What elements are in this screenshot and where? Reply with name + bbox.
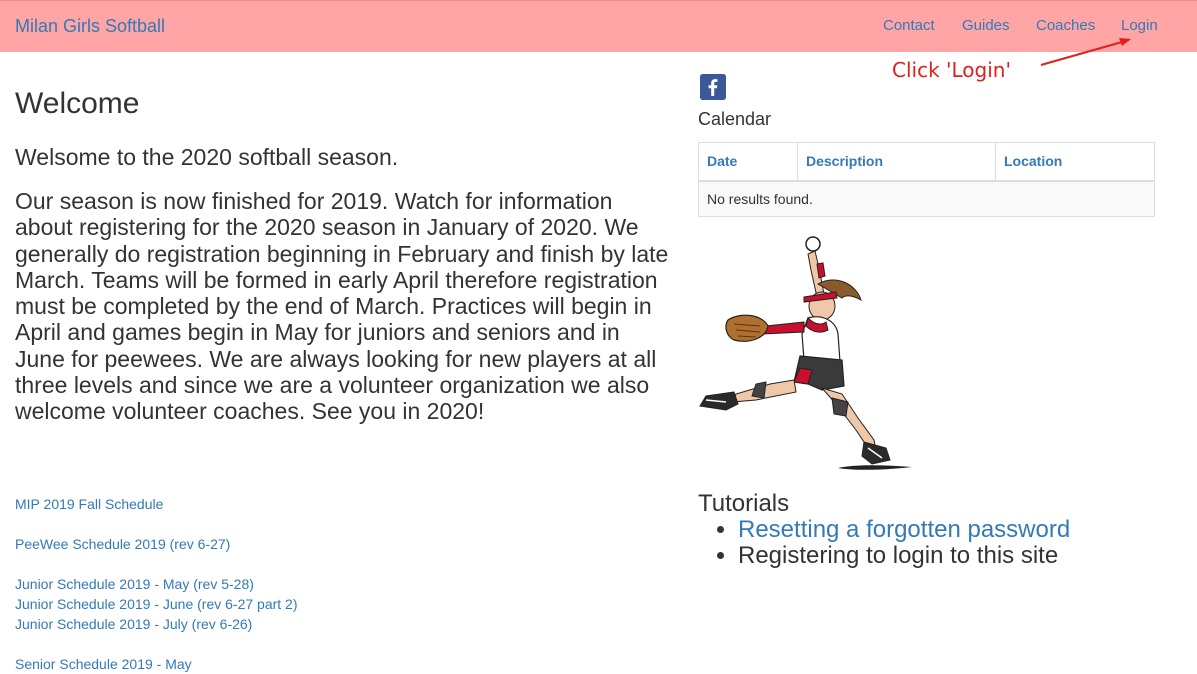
schedule-link-junior-july[interactable]: Junior Schedule 2019 - July (rev 6-26) (15, 614, 252, 634)
annotation-arrow-icon (1040, 38, 1131, 66)
nav-login[interactable]: Login (1121, 17, 1158, 34)
schedule-link-junior-june[interactable]: Junior Schedule 2019 - June (rev 6-27 pa… (15, 594, 298, 614)
calendar-empty-message: No results found. (698, 180, 1155, 217)
welcome-subheading: Welsome to the 2020 softball season. (15, 144, 399, 170)
login-annotation-text: Click 'Login' (892, 58, 1011, 82)
calendar-header-row: Date Description Location (698, 142, 1155, 182)
calendar-col-description[interactable]: Description (797, 142, 996, 182)
calendar-table: Date Description Location No results fou… (698, 142, 1155, 217)
nav-guides[interactable]: Guides (962, 17, 1010, 34)
nav-contact[interactable]: Contact (883, 17, 935, 34)
tutorial-item-register: Registering to login to this site (738, 542, 1059, 569)
schedule-link-peewee[interactable]: PeeWee Schedule 2019 (rev 6-27) (15, 534, 230, 554)
tutorials-list: Resetting a forgotten password Registeri… (698, 517, 1070, 569)
tutorials-heading: Tutorials (698, 490, 790, 517)
calendar-label: Calendar (698, 109, 772, 129)
schedule-link-senior-may[interactable]: Senior Schedule 2019 - May (15, 654, 192, 674)
schedule-link-mip-fall[interactable]: MIP 2019 Fall Schedule (15, 494, 163, 514)
softball-pitcher-image (699, 236, 912, 470)
nav-coaches[interactable]: Coaches (1036, 17, 1095, 34)
page-title: Welcome (15, 87, 140, 120)
list-item: Registering to login to this site (738, 543, 1070, 569)
table-row: No results found. (698, 180, 1155, 217)
calendar-col-date[interactable]: Date (698, 142, 798, 182)
top-navbar: Milan Girls Softball Contact Guides Coac… (0, 0, 1197, 52)
welcome-body-text: Our season is now finished for 2019. Wat… (15, 188, 669, 425)
brand-link[interactable]: Milan Girls Softball (15, 16, 165, 37)
facebook-icon[interactable] (700, 74, 726, 100)
list-item: Resetting a forgotten password (738, 517, 1070, 543)
facebook-glyph-icon (700, 74, 726, 100)
tutorial-link-reset-password[interactable]: Resetting a forgotten password (738, 516, 1070, 543)
schedule-link-junior-may[interactable]: Junior Schedule 2019 - May (rev 5-28) (15, 574, 254, 594)
calendar-col-location[interactable]: Location (995, 142, 1155, 182)
